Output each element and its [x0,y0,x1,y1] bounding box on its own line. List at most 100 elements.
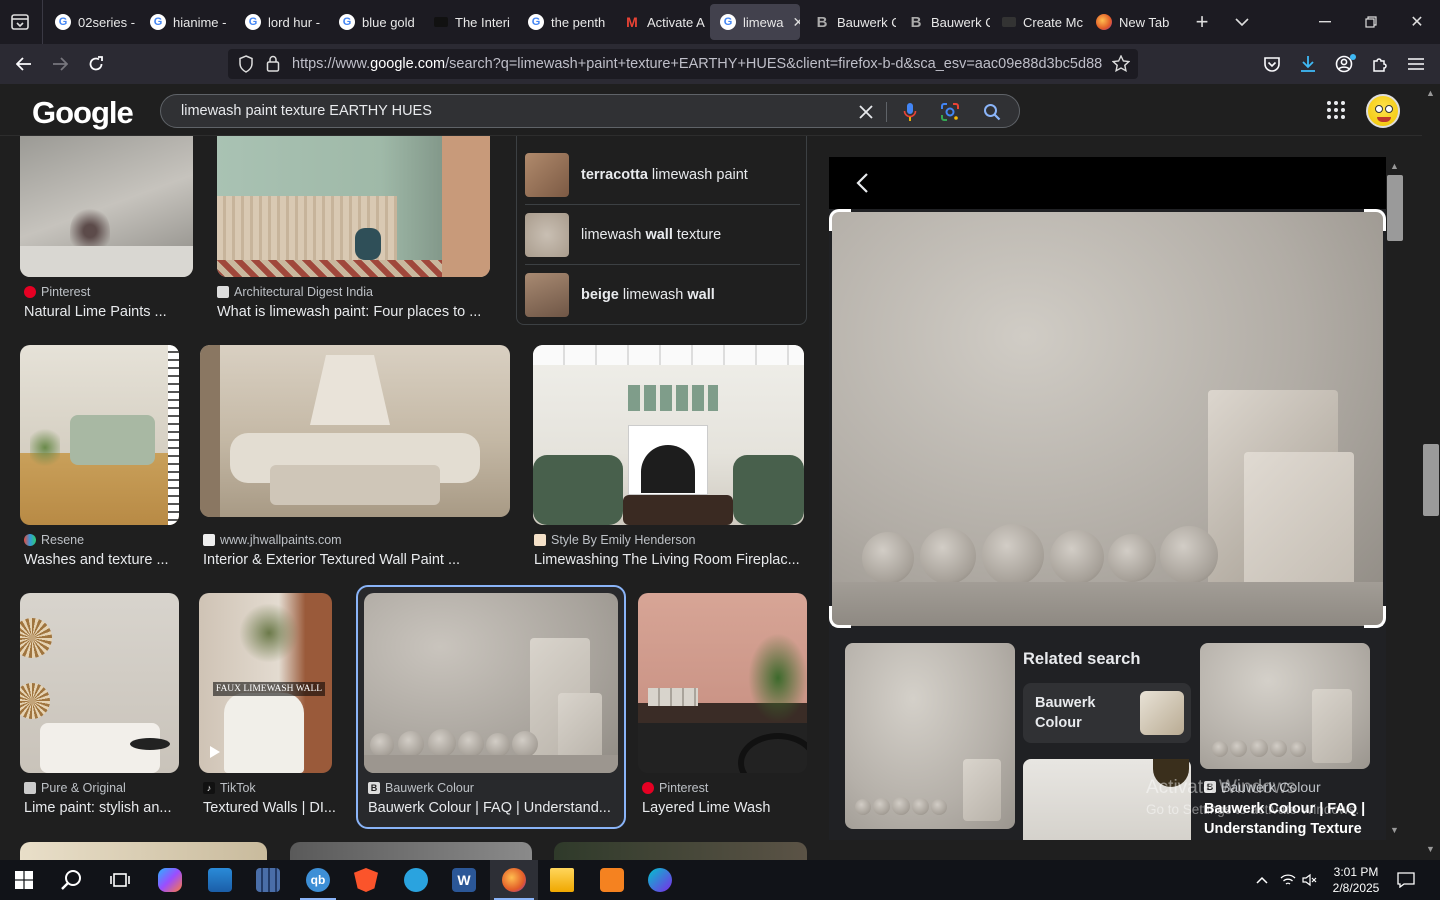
result-image[interactable] [20,593,179,773]
tab-bauwerk-2[interactable]: B Bauwerk C [898,4,990,40]
list-tabs-chevron-icon[interactable] [1219,0,1265,44]
tab-the-penthouse[interactable]: Gthe penth [518,4,610,40]
avatar[interactable] [1366,94,1400,128]
account-icon[interactable] [1326,44,1362,84]
bookmark-star-icon[interactable] [1111,54,1131,77]
preview-image[interactable] [832,212,1383,626]
close-tab-icon[interactable]: ✕ [792,14,800,31]
scroll-up-icon[interactable]: ▲ [1426,88,1435,98]
calculator-icon[interactable] [244,860,292,900]
pocket-icon[interactable] [1254,44,1290,84]
result-source[interactable]: Resene [24,533,84,547]
tab-the-interior[interactable]: The Interi [424,4,516,40]
result-image[interactable] [20,842,267,860]
result-title[interactable]: Bauwerk Colour | FAQ | Understand... [368,800,614,816]
page-scrollbar[interactable]: ▲ ▼ [1422,84,1440,860]
panel-scroll-thumb[interactable] [1387,175,1403,241]
result-image[interactable]: FAUX LIMEWASH WALL [199,593,332,773]
result-source[interactable]: www.jhwallpaints.com [203,533,342,547]
reload-icon[interactable] [78,44,114,84]
result-image[interactable] [200,345,510,517]
network-icon[interactable] [1276,860,1300,900]
close-window-icon[interactable]: ✕ [1394,0,1440,44]
result-title[interactable]: Limewashing The Living Room Fireplac... [534,552,806,568]
file-explorer-icon[interactable] [538,860,586,900]
result-image[interactable] [20,136,193,277]
result-title[interactable]: Lime paint: stylish an... [24,800,184,816]
result-image[interactable] [554,842,807,860]
result-source[interactable]: ♪ TikTok [203,781,256,795]
page-scroll-thumb[interactable] [1423,444,1439,516]
search-input[interactable]: limewash paint texture EARTHY HUES [181,103,432,119]
canva-icon[interactable] [636,860,684,900]
extensions-icon[interactable] [1362,44,1398,84]
lens-search-icon[interactable] [935,95,965,129]
visual-match-image[interactable] [845,643,1015,829]
visual-match-image[interactable] [1023,759,1191,840]
scroll-down-icon[interactable]: ▼ [1390,825,1399,835]
result-title[interactable]: Interior & Exterior Textured Wall Paint … [203,552,503,568]
tab-new-tab[interactable]: New Tab [1086,4,1182,40]
result-title[interactable]: Washes and texture ... [24,552,184,568]
back-icon[interactable] [6,44,42,84]
tab-bauwerk-1[interactable]: B Bauwerk C [804,4,896,40]
tab-create[interactable]: Create Mc [992,4,1084,40]
result-title[interactable]: Textured Walls | DI... [203,800,338,816]
result-title[interactable]: What is limewash paint: Four places to .… [217,304,497,320]
search-icon[interactable] [977,95,1007,129]
downloads-icon[interactable] [1290,44,1326,84]
result-image[interactable] [638,593,807,773]
restore-icon[interactable] [1348,0,1394,44]
result-image[interactable] [290,842,532,860]
result-source[interactable]: Pure & Original [24,781,126,795]
search-box[interactable]: limewash paint texture EARTHY HUES [160,94,1020,128]
url-bar[interactable]: https://www.google.com/search?q=limewash… [228,49,1138,79]
firefox-taskbar-icon[interactable] [490,860,538,900]
result-image[interactable] [20,345,179,525]
back-chevron-icon[interactable] [855,172,869,199]
result-title[interactable]: Layered Lime Wash [642,800,807,816]
result-image[interactable] [217,136,490,277]
system-clock[interactable]: 3:01 PM 2/8/2025 [1322,864,1390,896]
word-icon[interactable]: W [440,860,488,900]
google-logo[interactable]: Google [32,95,134,131]
clear-search-icon[interactable] [851,95,881,129]
result-source[interactable]: Architectural Digest India [217,285,373,299]
telegram-icon[interactable] [392,860,440,900]
tab-activate[interactable]: M Activate A [614,4,706,40]
related-search-beige-wall[interactable]: beige limewash wall [525,265,800,325]
scroll-up-icon[interactable]: ▲ [1390,161,1399,171]
tab-lord-hur[interactable]: Glord hur - [235,4,327,40]
menu-hamburger-icon[interactable] [1398,44,1434,84]
copilot-icon[interactable] [146,860,194,900]
shield-icon[interactable] [238,55,254,78]
voice-search-icon[interactable] [895,95,925,129]
qbittorrent-icon[interactable]: qb [294,860,342,900]
google-apps-icon[interactable] [1326,100,1346,125]
result-image[interactable] [533,345,804,525]
tab-hianime[interactable]: Ghianime - [140,4,232,40]
tab-blue-gold[interactable]: Gblue gold [329,4,421,40]
forward-icon[interactable] [42,44,78,84]
tab-02series[interactable]: G 02series - [45,4,141,40]
related-search-terracotta[interactable]: terracotta limewash paint [525,145,800,205]
visual-match-image[interactable] [1200,643,1370,769]
related-search-wall-texture[interactable]: limewash wall texture [525,205,800,265]
result-source[interactable]: Pinterest [642,781,708,795]
scroll-down-icon[interactable]: ▼ [1426,844,1435,854]
tab-overview-icon[interactable] [8,10,32,34]
tab-limewash-active[interactable]: Glimewa ✕ [710,4,800,40]
related-search-chip[interactable]: Bauwerk Colour [1023,683,1191,743]
minimize-icon[interactable] [1302,0,1348,44]
search-taskbar-icon[interactable] [48,860,96,900]
notifications-icon[interactable] [1384,860,1428,900]
result-image[interactable] [364,593,618,773]
panel-scrollbar[interactable]: ▲ ▼ [1386,157,1404,840]
volume-muted-icon[interactable] [1298,860,1322,900]
windows-start-icon[interactable] [0,860,48,900]
result-source[interactable]: Pinterest [24,285,90,299]
pdf-app-icon[interactable] [588,860,636,900]
brave-icon[interactable] [342,860,390,900]
task-view-icon[interactable] [96,860,144,900]
store-icon[interactable] [196,860,244,900]
